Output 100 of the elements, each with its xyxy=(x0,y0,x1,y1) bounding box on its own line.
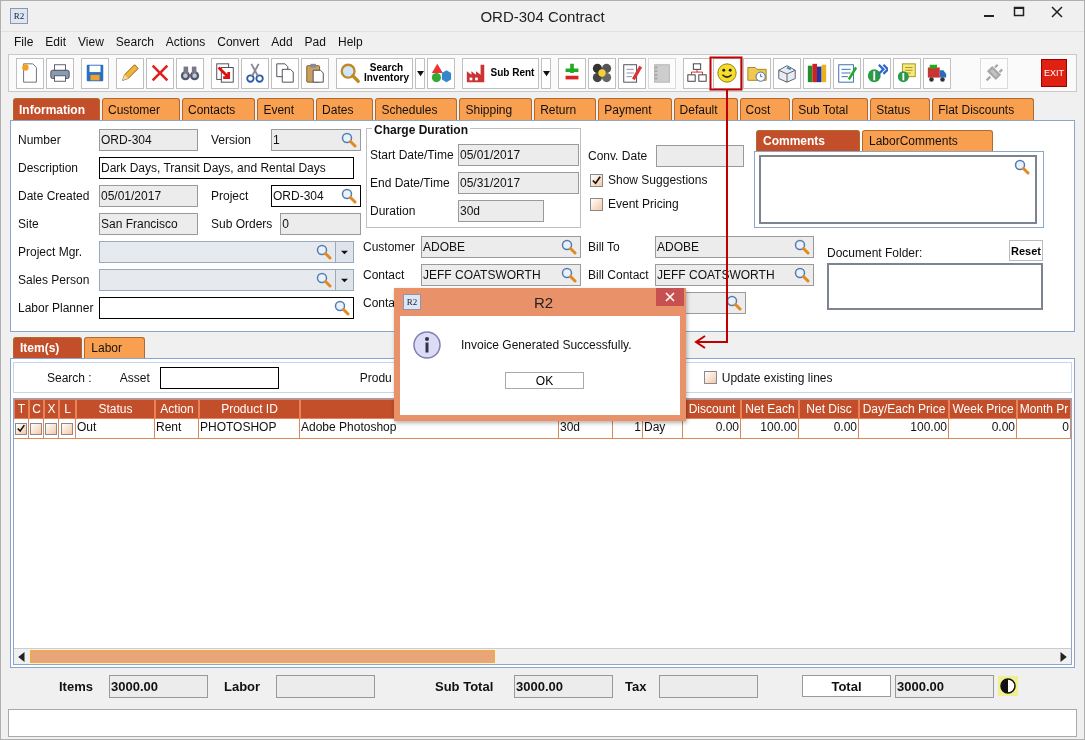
tab[interactable]: Status xyxy=(870,98,931,120)
search-icon[interactable] xyxy=(341,132,357,148)
tab[interactable]: Information xyxy=(13,98,100,120)
search-icon[interactable] xyxy=(794,239,810,255)
tab[interactable]: Return xyxy=(534,98,597,120)
asset-field[interactable] xyxy=(159,366,279,389)
toolbar-button[interactable] xyxy=(588,57,616,89)
toolbar-button[interactable] xyxy=(683,57,711,89)
toolbar-button[interactable] xyxy=(863,57,891,89)
column-header[interactable]: Action xyxy=(155,399,199,419)
column-header[interactable]: Product ID xyxy=(199,399,300,419)
text-field[interactable]: 30d xyxy=(458,200,544,222)
toolbar-button[interactable] xyxy=(176,57,204,89)
text-field[interactable]: Dark Days, Transit Days, and Rental Days xyxy=(99,157,354,179)
search-icon[interactable] xyxy=(794,267,810,283)
dropdown-button[interactable] xyxy=(541,57,551,89)
toolbar-button[interactable] xyxy=(241,57,269,89)
tab[interactable]: Customer xyxy=(102,98,180,120)
search-icon[interactable] xyxy=(561,239,577,255)
tab[interactable]: Dates xyxy=(316,98,374,120)
menu-item[interactable]: File xyxy=(8,35,40,49)
column-header[interactable]: Month Pr xyxy=(1017,399,1071,419)
column-header[interactable]: X xyxy=(44,399,59,419)
scroll-right-icon[interactable] xyxy=(1058,651,1068,662)
menu-item[interactable]: Edit xyxy=(39,35,73,49)
text-field[interactable]: 05/01/2017 xyxy=(458,144,579,166)
tab[interactable]: Default xyxy=(673,98,738,120)
tab[interactable]: Payment xyxy=(598,98,672,120)
text-field[interactable] xyxy=(99,269,354,291)
checkbox[interactable] xyxy=(590,197,603,211)
tab[interactable]: Item(s) xyxy=(13,337,83,358)
menu-item[interactable]: Pad xyxy=(298,35,332,49)
tab[interactable]: Schedules xyxy=(375,98,458,120)
exit-button[interactable]: EXIT xyxy=(1041,59,1067,87)
search-icon[interactable] xyxy=(561,267,577,283)
menu-item[interactable]: Convert xyxy=(211,35,266,49)
toolbar-button[interactable] xyxy=(211,57,239,89)
dropdown-button[interactable] xyxy=(415,57,425,89)
tab[interactable]: Event xyxy=(257,98,315,120)
tab[interactable]: LaborComments xyxy=(862,130,993,151)
checkbox[interactable] xyxy=(15,422,27,435)
toolbar-button[interactable]: Sub Rent xyxy=(462,57,539,89)
checkbox[interactable] xyxy=(590,173,603,187)
text-field[interactable]: ORD-304 xyxy=(99,129,198,151)
text-field[interactable] xyxy=(99,297,354,319)
text-field[interactable]: 05/31/2017 xyxy=(458,172,579,194)
toolbar-button[interactable] xyxy=(803,57,831,89)
toolbar-button[interactable] xyxy=(46,57,74,89)
column-header[interactable]: T xyxy=(14,399,29,419)
text-field[interactable]: ADOBE xyxy=(421,236,581,258)
dropdown-button[interactable] xyxy=(335,270,353,290)
tab[interactable]: Comments xyxy=(756,130,860,151)
text-field[interactable]: San Francisco xyxy=(99,213,198,235)
text-field[interactable]: JEFF COATSWORTH xyxy=(421,264,581,286)
checkbox[interactable] xyxy=(703,371,717,384)
text-field[interactable]: ORD-304 xyxy=(271,185,361,207)
tab[interactable]: Flat Discounts xyxy=(932,98,1035,120)
document-folder-field[interactable] xyxy=(827,263,1043,310)
text-field[interactable] xyxy=(656,145,744,167)
field-label: Bill To xyxy=(588,240,621,254)
scroll-left-icon[interactable] xyxy=(17,651,27,662)
toolbar-button[interactable]: Search Inventory xyxy=(336,57,413,89)
checkbox[interactable] xyxy=(61,422,73,435)
search-icon[interactable] xyxy=(316,244,332,260)
tab[interactable]: Sub Total xyxy=(792,98,869,120)
text-field[interactable]: 0 xyxy=(280,213,361,235)
column-header[interactable]: Week Price xyxy=(949,399,1017,419)
tab[interactable]: Labor xyxy=(84,337,146,358)
text-field[interactable]: 05/01/2017 xyxy=(99,185,198,207)
text-field[interactable] xyxy=(99,241,354,263)
ok-button[interactable]: OK xyxy=(505,372,584,389)
text-field[interactable]: ADOBE xyxy=(655,236,814,258)
tab[interactable]: Shipping xyxy=(459,98,533,120)
reset-button[interactable]: Reset xyxy=(1009,240,1043,261)
column-header[interactable]: L xyxy=(59,399,76,419)
dropdown-button[interactable] xyxy=(335,242,353,262)
menu-item[interactable]: Actions xyxy=(159,35,212,49)
horizontal-scrollbar[interactable] xyxy=(14,648,1071,664)
menu-item[interactable]: Add xyxy=(265,35,299,49)
search-icon[interactable] xyxy=(726,295,742,311)
toolbar-button[interactable] xyxy=(923,57,951,89)
search-icon[interactable] xyxy=(334,300,350,316)
column-header[interactable]: C xyxy=(29,399,44,419)
tab[interactable]: Cost xyxy=(739,98,791,120)
menu-item[interactable]: View xyxy=(72,35,110,49)
text-field[interactable]: 1 xyxy=(271,129,361,151)
menu-item[interactable]: Help xyxy=(331,35,369,49)
column-header[interactable]: Net Each xyxy=(741,399,799,419)
toolbar-button[interactable] xyxy=(713,57,741,89)
menu-item[interactable]: Search xyxy=(109,35,160,49)
contrast-icon[interactable] xyxy=(998,676,1018,696)
column-header[interactable]: Day/Each Price xyxy=(859,399,949,419)
search-icon[interactable] xyxy=(316,272,332,288)
search-icon[interactable] xyxy=(1014,159,1030,175)
checkbox[interactable] xyxy=(45,422,57,435)
column-header[interactable]: Net Disc xyxy=(799,399,859,419)
tab[interactable]: Contacts xyxy=(182,98,256,120)
checkbox[interactable] xyxy=(30,422,42,435)
column-header[interactable]: Status xyxy=(76,399,155,419)
search-icon[interactable] xyxy=(341,188,357,204)
